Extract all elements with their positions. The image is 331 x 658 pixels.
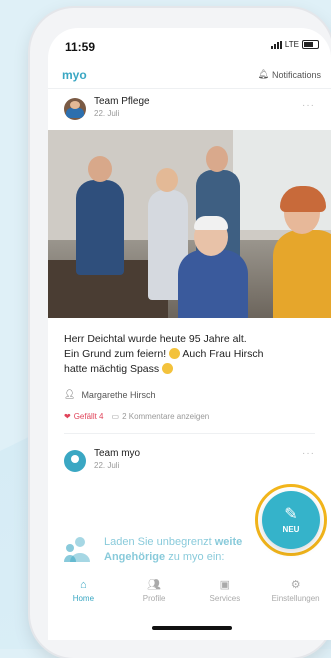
pencil-plus-icon: ✎ [284, 505, 298, 523]
party-emoji-icon [169, 348, 181, 359]
gear-icon: ⚙ [290, 579, 301, 591]
post-header: Team Pflege 22. Juli ··· [48, 90, 331, 124]
signal-icon [270, 40, 282, 49]
notifications-label: Notifications [271, 69, 321, 80]
post-header: Team myo 22. Juli ··· [48, 434, 331, 490]
feed: Team Pflege 22. Juli ··· Herr Deichtal w… [48, 90, 331, 490]
avatar[interactable] [64, 98, 86, 120]
app-header: myo 🔔︎ Notifications [48, 66, 331, 89]
more-options-icon[interactable]: ··· [302, 448, 315, 459]
services-icon: ▣ [219, 579, 231, 591]
notifications-button[interactable]: 🔔︎ Notifications [258, 69, 321, 80]
caption-line: hatte mächtig Spass [64, 362, 315, 377]
person-icon: 👤︎ [64, 389, 76, 399]
app-logo: myo [62, 68, 87, 82]
tagged-person-name: Margarethe Hirsch [81, 389, 156, 400]
post-actions: ❤ Gefällt 4 ▭ 2 Kommentare anzeigen [64, 412, 315, 434]
likes-label: Gefällt 4 [73, 412, 104, 421]
heart-icon: ❤ [64, 412, 71, 421]
network-label: LTE [284, 40, 299, 49]
tab-settings[interactable]: ⚙ Einstellungen [260, 576, 331, 616]
tab-bar: ⌂ Home 👥︎ Profile ▣ Services ⚙ Einstellu… [48, 576, 331, 616]
tab-services[interactable]: ▣ Services [190, 576, 261, 616]
caption-line: Ein Grund zum feiern! Auch Frau Hirsch [64, 348, 264, 360]
post-author[interactable]: Team Pflege [94, 96, 150, 107]
post-author[interactable]: Team myo [94, 448, 140, 459]
avatar[interactable] [64, 450, 86, 472]
invite-text: Laden Sie unbegrenzt weite Angehörige zu… [104, 536, 243, 563]
bell-icon: 🔔︎ [257, 69, 269, 79]
like-button[interactable]: ❤ Gefällt 4 [64, 412, 104, 421]
post-photo[interactable] [48, 130, 331, 318]
tagged-person[interactable]: 👤︎ Margarethe Hirsch [64, 389, 315, 400]
tab-home[interactable]: ⌂ Home [48, 576, 119, 616]
status-time: 11:59 [65, 40, 96, 54]
new-post-button[interactable]: ✎ NEU [262, 491, 320, 549]
tab-profile[interactable]: 👥︎ Profile [119, 576, 190, 616]
laugh-emoji-icon [162, 363, 174, 374]
caption-line: Herr Deichtal wurde heute 95 Jahre alt. [64, 333, 247, 345]
comments-button[interactable]: ▭ 2 Kommentare anzeigen [112, 412, 210, 421]
family-icon [64, 537, 90, 562]
status-indicators: LTE [270, 40, 319, 49]
home-indicator [152, 626, 232, 630]
new-post-label: NEU [282, 524, 300, 534]
status-bar: 11:59 LTE [48, 28, 331, 62]
home-icon: ⌂ [80, 579, 87, 591]
comment-icon: ▭ [111, 412, 120, 421]
post-caption: Herr Deichtal wurde heute 95 Jahre alt. … [48, 318, 331, 377]
people-icon: 👥︎ [147, 579, 162, 591]
more-options-icon[interactable]: ··· [302, 100, 315, 111]
post-date: 22. Juli [94, 109, 120, 118]
battery-icon [302, 40, 319, 49]
post-date: 22. Juli [94, 461, 120, 470]
comments-label: 2 Kommentare anzeigen [122, 412, 210, 421]
